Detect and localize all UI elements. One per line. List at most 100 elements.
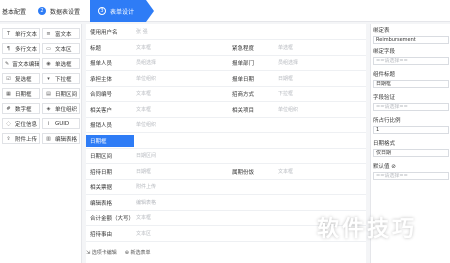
- form-row[interactable]: 报销人员 单位组织: [86, 117, 366, 133]
- palette-item-label: 单选框: [55, 61, 72, 68]
- palette-item-label: GUID: [55, 120, 70, 127]
- form-row[interactable]: 报单人员 员组选择 报单部门 员组选择: [86, 55, 366, 71]
- bind-field-label: 绑定字段: [373, 49, 396, 55]
- palette-item-label: 附件上传: [15, 136, 38, 143]
- bind-table-input[interactable]: Reimbursement: [373, 36, 449, 44]
- palette-item[interactable]: T 单行文本: [2, 28, 40, 39]
- field-validation-label: 字段验证: [373, 95, 396, 101]
- palette-item[interactable]: ▤ 日期区间: [42, 88, 80, 99]
- step-basic-config[interactable]: 基本配置: [0, 0, 30, 22]
- field-placeholder: 单选框: [278, 44, 294, 51]
- bind-field-select[interactable]: ==请选择==: [373, 57, 449, 65]
- palette-item[interactable]: ¶ 多行文本: [2, 43, 40, 54]
- step-form-design[interactable]: 3 表单设计: [90, 0, 154, 22]
- palette-item[interactable]: # 数字框: [2, 103, 40, 114]
- field-placeholder: 编辑表格: [136, 199, 157, 206]
- component-icon: ◌: [6, 120, 11, 127]
- field-label: 编辑表格: [90, 200, 113, 207]
- palette-item-label: 复选框: [15, 76, 32, 83]
- field-placeholder: 单位组织: [136, 75, 157, 82]
- palette-item-label: 编辑表格: [55, 136, 78, 143]
- form-row[interactable]: 相关客户 文本框 相关项目 单位组织: [86, 102, 366, 118]
- form-row[interactable]: 日期区间 日期区间: [86, 148, 366, 164]
- palette-item[interactable]: ▾ 下拉框: [42, 73, 80, 84]
- palette-item-label: 文本区: [55, 46, 72, 53]
- component-title-label: 组件标题: [373, 72, 396, 78]
- field-validation-select[interactable]: ==请选择==: [373, 103, 449, 111]
- form-row[interactable]: 合同编号 文本框 招商方式 下拉框: [86, 86, 366, 102]
- step-table-settings[interactable]: 2 数据表设置: [30, 0, 88, 22]
- field-label: 使用用户名: [90, 30, 118, 36]
- palette-item[interactable]: ▥ 编辑表格: [42, 133, 80, 144]
- palette-item[interactable]: ▦ 日期框: [2, 88, 40, 99]
- field-label: 紧急程度: [232, 45, 255, 52]
- palette-item[interactable]: i GUID: [42, 118, 80, 129]
- component-icon: ◈: [46, 105, 51, 112]
- field-placeholder: 文本区: [136, 230, 152, 237]
- component-icon: ▾: [47, 75, 50, 82]
- palette-item[interactable]: ▭ 文本区: [42, 43, 80, 54]
- palette-item-label: 定位信息: [15, 121, 38, 128]
- component-icon: ▦: [6, 90, 11, 97]
- component-icon: #: [6, 105, 11, 112]
- date-format-select[interactable]: 仅日期: [373, 149, 449, 157]
- field-label: 相关客户: [90, 107, 113, 114]
- new-form-button[interactable]: ⊕ 新选表单: [125, 249, 151, 256]
- field-placeholder: 张 强: [136, 29, 148, 35]
- field-placeholder: 文本框: [136, 44, 152, 51]
- field-label: 报单人员: [90, 61, 113, 67]
- component-icon: ▭: [46, 45, 51, 52]
- field-placeholder: 日期区间: [136, 153, 157, 159]
- form-row[interactable]: 招待日期 日期框 属期份饭 文本框: [86, 164, 366, 180]
- field-label: 合计金额（大写）: [90, 216, 135, 222]
- field-label: 报销人员: [90, 123, 113, 129]
- row-ratio-input[interactable]: 1: [373, 126, 449, 134]
- component-palette: T 单行文本 ≡ 富文本 ¶ 多行文本 ▭ 文本区 ✎ 富文本编辑 ◉ 单选框 ☑ 复选框 ▾ 下拉框 ▦ 日期框…: [0, 24, 82, 263]
- palette-item[interactable]: ⇪ 附件上传: [2, 133, 40, 144]
- component-title-input[interactable]: 日期框: [373, 80, 449, 88]
- field-label: 属期份饭: [232, 169, 255, 176]
- component-icon: ⇪: [6, 135, 11, 142]
- component-icon: T: [6, 30, 11, 37]
- field-label: 标题: [90, 45, 102, 52]
- form-row[interactable]: 日期框: [86, 133, 366, 149]
- palette-item[interactable]: ◉ 单选框: [42, 58, 80, 69]
- form-row[interactable]: 编辑表格 编辑表格: [86, 195, 366, 211]
- step-number: 2: [38, 7, 46, 15]
- row-ratio-label: 所占行比例: [373, 118, 401, 124]
- palette-item-label: 单行文本: [15, 31, 38, 38]
- palette-item[interactable]: ✎ 富文本编辑: [2, 58, 40, 69]
- palette-item-label: 数字框: [15, 106, 32, 113]
- form-row[interactable]: 标题 文本框 紧急程度 单选框: [86, 40, 366, 56]
- field-label: 报单日期: [232, 76, 255, 83]
- palette-item-label: 下拉框: [55, 76, 72, 83]
- form-designer: 基本配置 2 数据表设置 3 表单设计 T 单行文本 ≡ 富文本 ¶ 多行文本 ▭ 文本区 ✎ 富文本…: [0, 0, 450, 263]
- palette-item[interactable]: ◌ 定位信息: [2, 118, 40, 129]
- field-placeholder: 员组选择: [136, 60, 157, 66]
- palette-item[interactable]: ≡ 富文本: [42, 28, 80, 39]
- date-format-label: 日期格式: [373, 141, 396, 147]
- step-number: 3: [98, 7, 106, 15]
- field-label: 招待事由: [90, 231, 113, 238]
- field-label: 日期框: [90, 138, 107, 145]
- form-row[interactable]: 相关票据 附件上传: [86, 179, 366, 195]
- field-placeholder: 文本框: [278, 168, 294, 175]
- field-label: 合同编号: [90, 92, 113, 98]
- form-row[interactable]: 使用用户名 张 强: [86, 24, 366, 40]
- field-label: 招待日期: [90, 169, 113, 176]
- default-value-select[interactable]: ==请选择==: [373, 172, 449, 180]
- field-label: 日期区间: [90, 154, 113, 160]
- palette-item[interactable]: ◈ 单位组织: [42, 103, 80, 114]
- tab-edit-button[interactable]: ⇲ 选项卡编辑: [86, 249, 117, 256]
- palette-item-label: 日期框: [15, 91, 32, 98]
- palette-item-label: 单位组织: [55, 106, 78, 113]
- component-icon: ▤: [46, 90, 51, 97]
- palette-item[interactable]: ☑ 复选框: [2, 73, 40, 84]
- bind-table-label: 绑定表: [373, 28, 390, 34]
- component-icon: ▥: [46, 135, 51, 142]
- component-icon: ☑: [6, 75, 11, 82]
- watermark: 软件技巧: [317, 217, 418, 242]
- component-icon: ≡: [46, 30, 51, 37]
- field-placeholder: 下拉框: [278, 91, 294, 97]
- form-row[interactable]: 承担主体 单位组织 报单日期 日期框: [86, 71, 366, 87]
